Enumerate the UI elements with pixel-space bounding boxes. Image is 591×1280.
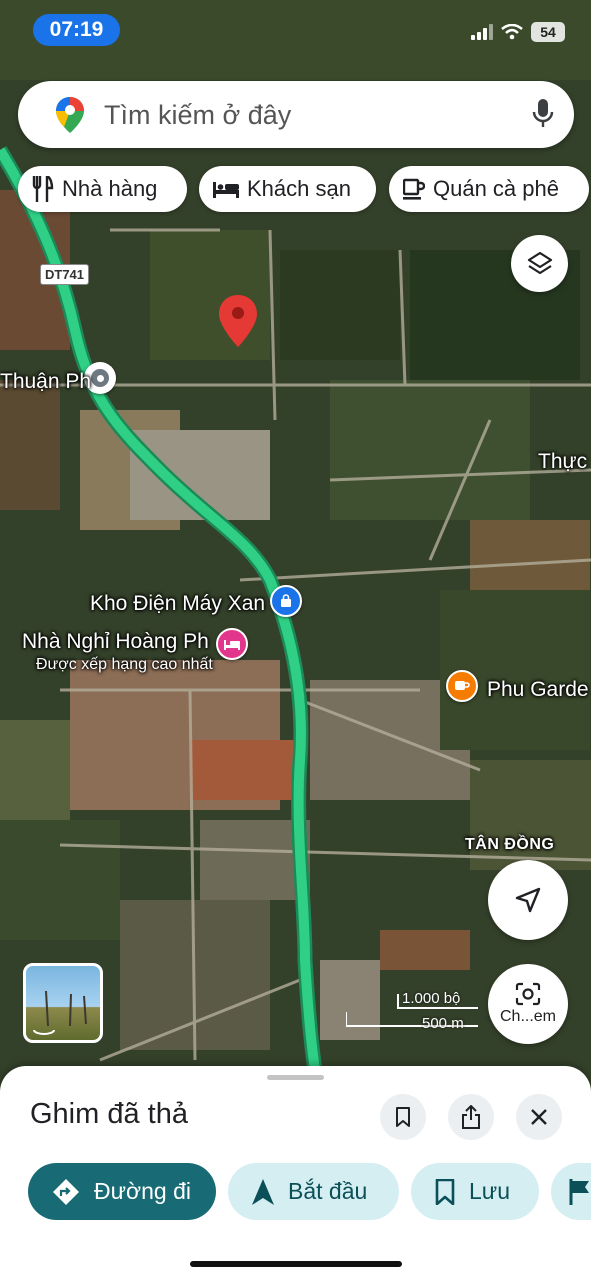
cafe-cup-icon[interactable] <box>446 670 478 702</box>
camera-scan-icon <box>515 982 541 1006</box>
home-indicator[interactable] <box>190 1261 402 1267</box>
chip-restaurants[interactable]: Nhà hàng <box>18 166 187 212</box>
status-time: 07:19 <box>33 14 120 46</box>
map-label-nha-nghi-rating: Được xếp hạng cao nhất <box>36 656 213 673</box>
start-button[interactable]: Bắt đầu <box>228 1163 399 1220</box>
bookmark-icon <box>396 1107 410 1127</box>
map-label-thuc[interactable]: Thực <box>538 450 587 474</box>
chip-label: Khách sạn <box>247 176 351 201</box>
save-label: Lưu <box>469 1178 510 1204</box>
street-view-thumbnail[interactable] <box>23 963 103 1043</box>
start-label: Bắt đầu <box>288 1178 368 1204</box>
battery-indicator: 54 <box>531 22 565 42</box>
chip-label: Nhà hàng <box>62 176 158 201</box>
fork-knife-icon <box>32 176 54 202</box>
hotel-bed-icon[interactable] <box>216 628 248 660</box>
search-input[interactable]: Tìm kiếm ở đây <box>104 100 291 131</box>
bed-icon <box>213 182 239 198</box>
map-label-thuan-phu[interactable]: Thuận Ph <box>0 370 91 394</box>
camera-search-button[interactable]: Ch...em <box>488 964 568 1044</box>
shopping-bag-icon[interactable] <box>270 585 302 617</box>
directions-icon <box>53 1178 79 1205</box>
sheet-drag-handle[interactable] <box>267 1075 324 1080</box>
map-scale: 1.000 bộ 500 m <box>346 990 478 1032</box>
sheet-title: Ghim đã thả <box>30 1098 188 1130</box>
dropped-pin-icon[interactable] <box>219 295 257 347</box>
share-icon <box>462 1105 480 1129</box>
layers-icon <box>527 251 552 274</box>
bookmark-button[interactable] <box>380 1094 426 1140</box>
search-bar[interactable]: Tìm kiếm ở đây <box>18 81 574 148</box>
coffee-cup-icon <box>403 178 425 200</box>
map-label-phu-garden[interactable]: Phu Garde <box>487 678 589 702</box>
scale-imperial: 1.000 bộ <box>402 990 461 1007</box>
layers-button[interactable] <box>511 235 568 292</box>
chip-hotels[interactable]: Khách sạn <box>199 166 376 212</box>
camera-button-label: Ch...em <box>499 1008 556 1025</box>
chip-label: Quán cà phê <box>433 176 559 201</box>
navigation-arrow-icon <box>515 887 541 913</box>
google-maps-logo-icon <box>56 97 84 133</box>
flag-icon <box>569 1178 589 1205</box>
close-icon <box>531 1109 547 1125</box>
save-button[interactable]: Lưu <box>411 1163 539 1220</box>
my-location-button[interactable] <box>488 860 568 940</box>
map-label-kho-dien-may[interactable]: Kho Điện Máy Xan <box>90 592 265 616</box>
close-button[interactable] <box>516 1094 562 1140</box>
microphone-icon[interactable] <box>532 99 554 129</box>
chip-cafes[interactable]: Quán cà phê <box>389 166 589 212</box>
road-number-badge: DT741 <box>40 264 90 285</box>
bookmark-icon <box>435 1178 455 1205</box>
map-label-tan-dong: TÂN ĐỒNG <box>465 836 555 853</box>
status-icons: 54 <box>471 22 565 42</box>
share-button[interactable] <box>448 1094 494 1140</box>
wifi-icon <box>501 24 523 40</box>
signal-icon <box>471 24 493 40</box>
scale-metric: 500 m <box>422 1015 464 1032</box>
navigation-start-icon <box>252 1178 274 1205</box>
map-label-nha-nghi[interactable]: Nhà Nghỉ Hoàng Ph <box>22 630 209 654</box>
directions-label: Đường đi <box>94 1178 191 1204</box>
street-view-preview <box>33 990 87 1035</box>
directions-button[interactable]: Đường đi <box>28 1163 216 1220</box>
